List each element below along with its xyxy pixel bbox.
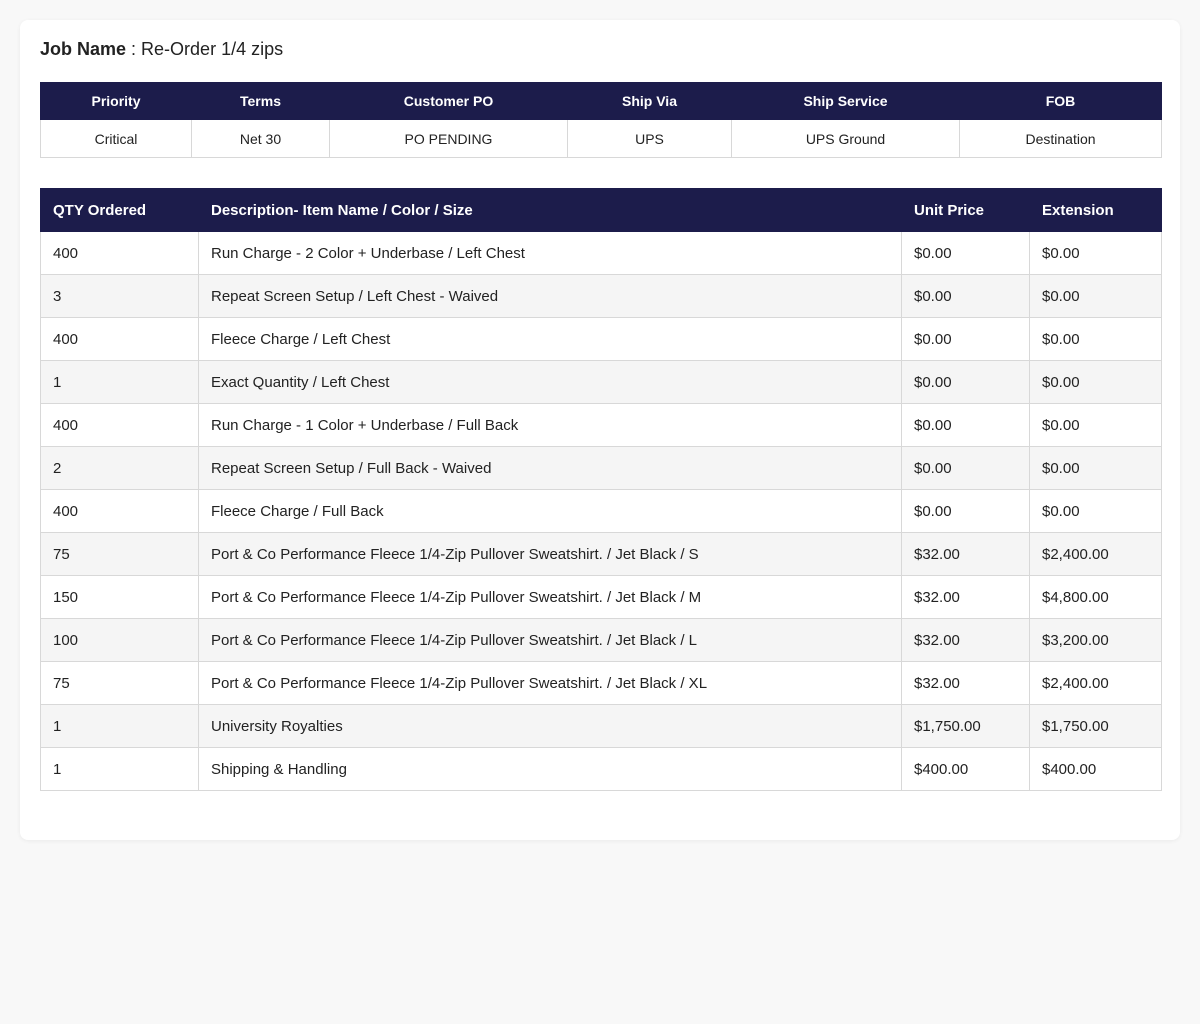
cell-unit-price: $0.00 [901,360,1030,404]
order-info-table: Priority Terms Customer PO Ship Via Ship… [40,82,1162,158]
value-ship-via: UPS [567,119,732,158]
header-fob: FOB [959,82,1162,120]
value-priority: Critical [40,119,192,158]
line-items-header-row: QTY Ordered Description- Item Name / Col… [40,188,1162,232]
value-fob: Destination [959,119,1162,158]
cell-qty: 1 [40,747,199,791]
cell-qty: 400 [40,489,199,533]
cell-qty: 400 [40,403,199,447]
cell-description: Fleece Charge / Left Chest [198,317,902,361]
header-ship-service: Ship Service [731,82,960,120]
cell-qty: 1 [40,360,199,404]
cell-extension: $400.00 [1029,747,1162,791]
cell-qty: 2 [40,446,199,490]
cell-extension: $0.00 [1029,446,1162,490]
cell-description: Port & Co Performance Fleece 1/4-Zip Pul… [198,532,902,576]
cell-description: Exact Quantity / Left Chest [198,360,902,404]
cell-description: Run Charge - 1 Color + Underbase / Full … [198,403,902,447]
cell-qty: 100 [40,618,199,662]
cell-unit-price: $0.00 [901,489,1030,533]
header-customer-po: Customer PO [329,82,568,120]
cell-unit-price: $0.00 [901,317,1030,361]
cell-extension: $3,200.00 [1029,618,1162,662]
cell-qty: 75 [40,532,199,576]
value-terms: Net 30 [191,119,330,158]
cell-description: Shipping & Handling [198,747,902,791]
cell-description: Port & Co Performance Fleece 1/4-Zip Pul… [198,661,902,705]
table-row: 1 University Royalties $1,750.00 $1,750.… [40,704,1162,748]
table-row: 1 Exact Quantity / Left Chest $0.00 $0.0… [40,360,1162,404]
cell-unit-price: $32.00 [901,575,1030,619]
value-ship-service: UPS Ground [731,119,960,158]
table-row: 400 Fleece Charge / Full Back $0.00 $0.0… [40,489,1162,533]
table-row: 150 Port & Co Performance Fleece 1/4-Zip… [40,575,1162,619]
cell-unit-price: $0.00 [901,403,1030,447]
cell-extension: $0.00 [1029,360,1162,404]
cell-unit-price: $0.00 [901,231,1030,275]
table-row: 75 Port & Co Performance Fleece 1/4-Zip … [40,661,1162,705]
table-row: 75 Port & Co Performance Fleece 1/4-Zip … [40,532,1162,576]
cell-extension: $0.00 [1029,489,1162,533]
job-card: Job Name : Re-Order 1/4 zips Priority Te… [20,20,1180,840]
cell-extension: $4,800.00 [1029,575,1162,619]
job-name-label: Job Name [40,39,127,59]
cell-unit-price: $0.00 [901,446,1030,490]
cell-unit-price: $32.00 [901,532,1030,576]
header-terms: Terms [191,82,330,120]
cell-description: Port & Co Performance Fleece 1/4-Zip Pul… [198,618,902,662]
cell-unit-price: $0.00 [901,274,1030,318]
cell-description: Repeat Screen Setup / Full Back - Waived [198,446,902,490]
cell-extension: $1,750.00 [1029,704,1162,748]
table-row: 400 Run Charge - 1 Color + Underbase / F… [40,403,1162,447]
table-row: 1 Shipping & Handling $400.00 $400.00 [40,747,1162,791]
header-extension: Extension [1029,188,1162,232]
cell-description: Fleece Charge / Full Back [198,489,902,533]
cell-description: University Royalties [198,704,902,748]
cell-qty: 3 [40,274,199,318]
order-info-header-row: Priority Terms Customer PO Ship Via Ship… [40,82,1162,120]
cell-extension: $0.00 [1029,231,1162,275]
header-unit-price: Unit Price [901,188,1030,232]
cell-qty: 1 [40,704,199,748]
header-description: Description- Item Name / Color / Size [198,188,902,232]
table-row: 2 Repeat Screen Setup / Full Back - Waiv… [40,446,1162,490]
line-items-body: 400 Run Charge - 2 Color + Underbase / L… [40,231,1162,791]
table-row: 3 Repeat Screen Setup / Left Chest - Wai… [40,274,1162,318]
cell-qty: 400 [40,317,199,361]
table-row: 400 Fleece Charge / Left Chest $0.00 $0.… [40,317,1162,361]
value-customer-po: PO PENDING [329,119,568,158]
cell-extension: $2,400.00 [1029,532,1162,576]
cell-unit-price: $32.00 [901,661,1030,705]
header-priority: Priority [40,82,192,120]
job-name-value: Re-Order 1/4 zips [141,39,284,59]
cell-extension: $0.00 [1029,274,1162,318]
cell-description: Run Charge - 2 Color + Underbase / Left … [198,231,902,275]
cell-unit-price: $1,750.00 [901,704,1030,748]
cell-extension: $0.00 [1029,403,1162,447]
line-items-table: QTY Ordered Description- Item Name / Col… [40,188,1162,791]
cell-description: Port & Co Performance Fleece 1/4-Zip Pul… [198,575,902,619]
header-ship-via: Ship Via [567,82,732,120]
header-qty-ordered: QTY Ordered [40,188,199,232]
cell-qty: 75 [40,661,199,705]
cell-unit-price: $400.00 [901,747,1030,791]
cell-extension: $0.00 [1029,317,1162,361]
cell-unit-price: $32.00 [901,618,1030,662]
table-row: 100 Port & Co Performance Fleece 1/4-Zip… [40,618,1162,662]
job-name-separator: : [126,39,142,59]
cell-qty: 150 [40,575,199,619]
order-info-value-row: Critical Net 30 PO PENDING UPS UPS Groun… [40,119,1162,158]
cell-extension: $2,400.00 [1029,661,1162,705]
table-row: 400 Run Charge - 2 Color + Underbase / L… [40,231,1162,275]
cell-description: Repeat Screen Setup / Left Chest - Waive… [198,274,902,318]
cell-qty: 400 [40,231,199,275]
job-name-line: Job Name : Re-Order 1/4 zips [40,38,283,60]
